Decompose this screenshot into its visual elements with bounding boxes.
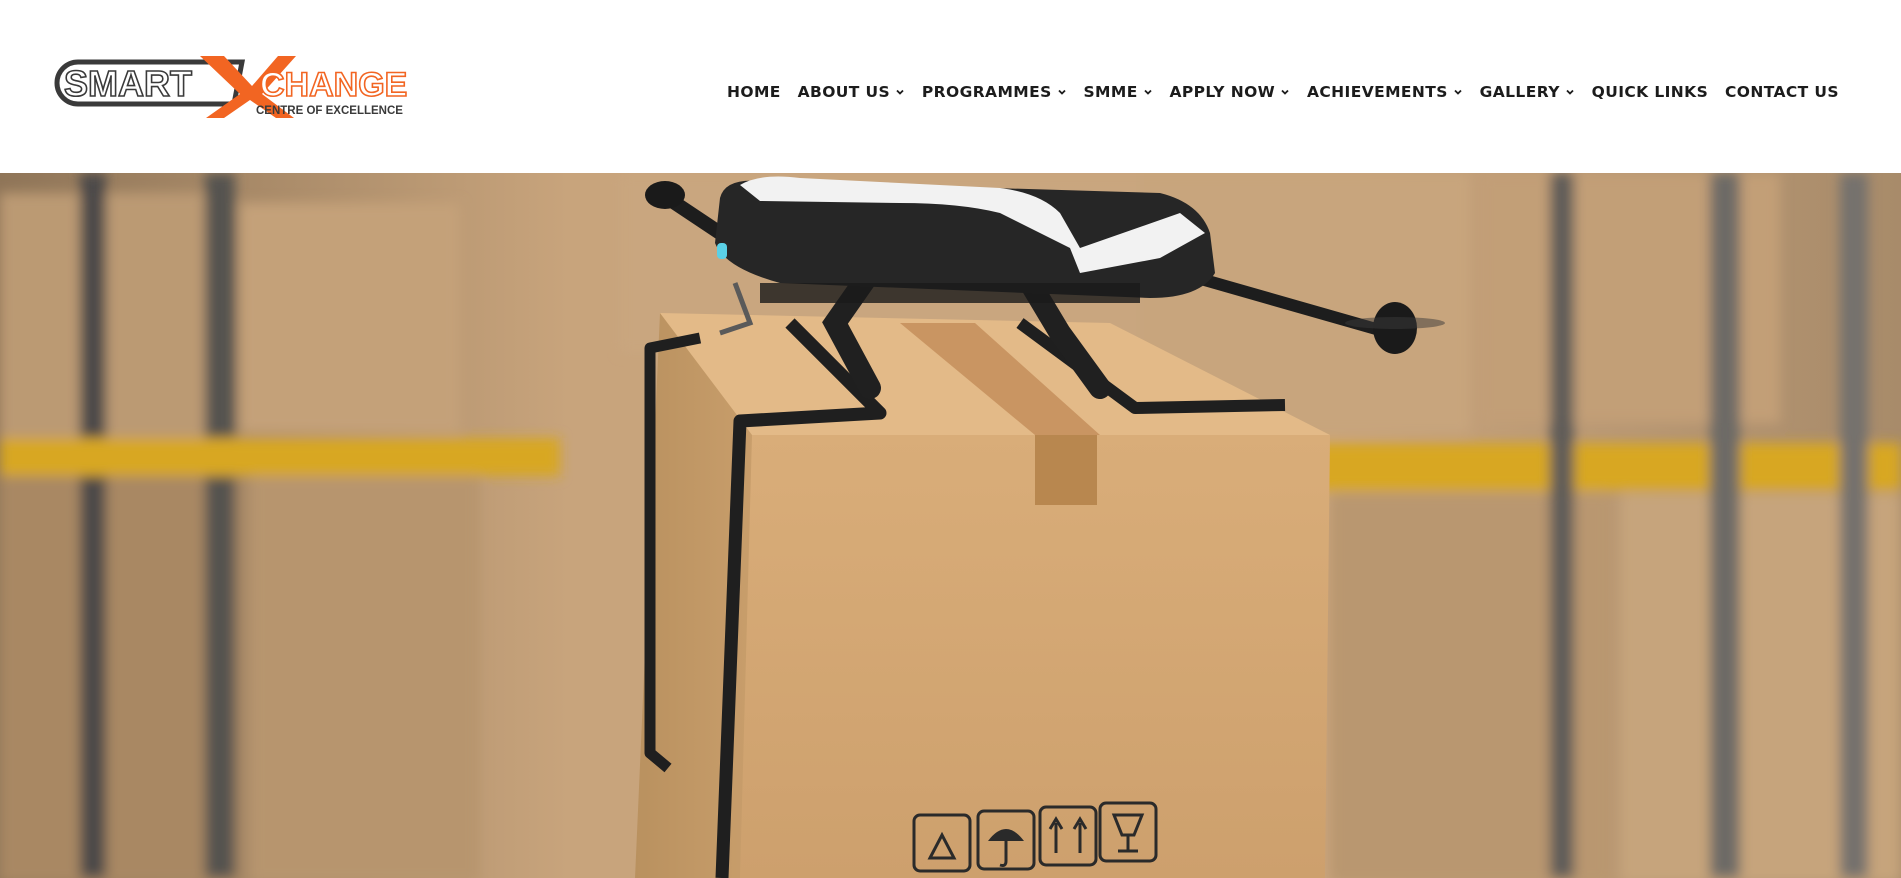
- box-tape: [1035, 435, 1097, 505]
- nav-item-smme[interactable]: SMME: [1083, 83, 1152, 101]
- nav-item-quick-links[interactable]: QUICK LINKS: [1592, 83, 1709, 101]
- nav-item-apply-now[interactable]: APPLY NOW: [1170, 83, 1291, 101]
- chevron-down-icon: [1566, 89, 1574, 95]
- hero-banner: [0, 173, 1901, 878]
- hero-image-drone-box: [0, 173, 1901, 878]
- nav-label: GALLERY: [1479, 83, 1560, 101]
- nav-label: SMME: [1083, 83, 1138, 101]
- nav-label: ACHIEVEMENTS: [1307, 83, 1448, 101]
- nav-label: ABOUT US: [797, 83, 891, 101]
- chevron-down-icon: [1454, 89, 1462, 95]
- nav-label: APPLY NOW: [1169, 83, 1276, 101]
- logo-tagline: CENTRE OF EXCELLENCE: [256, 105, 403, 117]
- drone-led: [717, 243, 727, 259]
- nav-label: QUICK LINKS: [1591, 83, 1709, 101]
- nav-item-about-us[interactable]: ABOUT US: [798, 83, 906, 101]
- main-navigation: HOME ABOUT US PROGRAMMES SMME APPLY NOW …: [727, 80, 1839, 104]
- site-header: SMART CHANGE CENTRE OF EXCELLENCE HOME A…: [0, 0, 1901, 173]
- nav-item-programmes[interactable]: PROGRAMMES: [922, 83, 1067, 101]
- nav-label: CONTACT US: [1724, 83, 1839, 101]
- site-logo[interactable]: SMART CHANGE CENTRE OF EXCELLENCE: [46, 56, 418, 118]
- nav-label: PROGRAMMES: [921, 83, 1052, 101]
- nav-item-gallery[interactable]: GALLERY: [1480, 83, 1575, 101]
- nav-label: HOME: [727, 83, 781, 101]
- nav-item-achievements[interactable]: ACHIEVEMENTS: [1307, 83, 1463, 101]
- chevron-down-icon: [1058, 89, 1066, 95]
- logo-wordmark-change: CHANGE: [260, 66, 407, 104]
- chevron-down-icon: [896, 89, 904, 95]
- chevron-down-icon: [1144, 89, 1152, 95]
- nav-item-home[interactable]: HOME: [727, 83, 781, 101]
- logo-wordmark-smart: SMART: [64, 63, 192, 104]
- chevron-down-icon: [1281, 89, 1289, 95]
- nav-item-contact-us[interactable]: CONTACT US: [1725, 83, 1839, 101]
- smartxchange-logo: SMART CHANGE CENTRE OF EXCELLENCE: [54, 56, 408, 118]
